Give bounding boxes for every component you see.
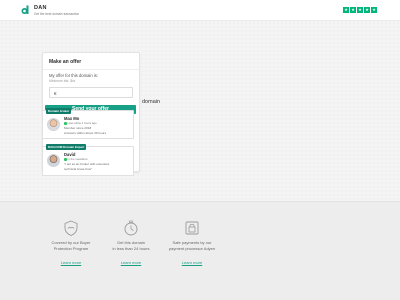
brand-tagline: Get the best domain transaction: [34, 11, 80, 16]
broker-status: Last online 1 hours ago: [64, 121, 97, 125]
star-icon: ★: [357, 7, 363, 13]
offer-amount-input[interactable]: €: [49, 87, 133, 98]
offer-divider: [43, 69, 139, 70]
feature-text-line-2: payment processor Adyen: [168, 245, 216, 251]
feature-text: Safe payments by our payment processor A…: [152, 240, 232, 251]
currency-symbol: €: [54, 90, 57, 96]
star-icon: ★: [343, 7, 349, 13]
learn-more-link[interactable]: Learn more: [61, 260, 81, 265]
top-header: DAN Get the best domain transaction ★ ★ …: [0, 0, 400, 21]
domain-text: domain: [142, 99, 161, 105]
broker-role-badge: DAN.COM Domain Expert: [46, 144, 87, 150]
secure-payment-icon: [185, 221, 199, 235]
dan-logo-icon[interactable]: [21, 5, 31, 15]
broker-status-text: In the meantime: [67, 157, 88, 161]
broker-role-badge: Domain broker: [46, 108, 72, 114]
broker-detail-2: Answers within about 30 hours: [64, 131, 107, 135]
broker-card: Domain broker Max Mo Last online 1 hours…: [42, 108, 134, 139]
broker-avatar: [47, 154, 60, 167]
stopwatch-icon: [124, 220, 138, 236]
offer-label: My offer for this domain is:: [49, 73, 99, 78]
broker-card: DAN.COM Domain Expert David In the meant…: [42, 144, 134, 176]
broker-status: In the meantime: [64, 157, 88, 161]
brand-name[interactable]: DAN: [34, 5, 47, 11]
broker-status-text: Last online 1 hours ago: [67, 121, 97, 125]
broker-detail-1: "I act as an broker with extensive: [64, 162, 110, 166]
online-status-icon: [64, 158, 67, 161]
trust-rating-stars: ★ ★ ★ ★ ★: [343, 7, 377, 13]
learn-more-link[interactable]: Learn more: [182, 260, 202, 265]
online-status-icon: [64, 122, 67, 125]
broker-detail-2: technical know-how": [64, 167, 93, 171]
learn-more-link[interactable]: Learn more: [121, 260, 141, 265]
offer-title: Make an offer: [49, 59, 82, 65]
broker-avatar: [47, 118, 60, 131]
star-icon: ★: [364, 7, 370, 13]
star-icon: ★: [350, 7, 356, 13]
feature-safe-payments: Safe payments by our payment processor A…: [152, 219, 232, 269]
offer-minimum-hint: Minimum bid: $xx: [49, 79, 76, 83]
shield-icon: [64, 220, 78, 236]
broker-detail-1: Member since 2018: [64, 126, 92, 130]
star-icon: ★: [371, 7, 377, 13]
